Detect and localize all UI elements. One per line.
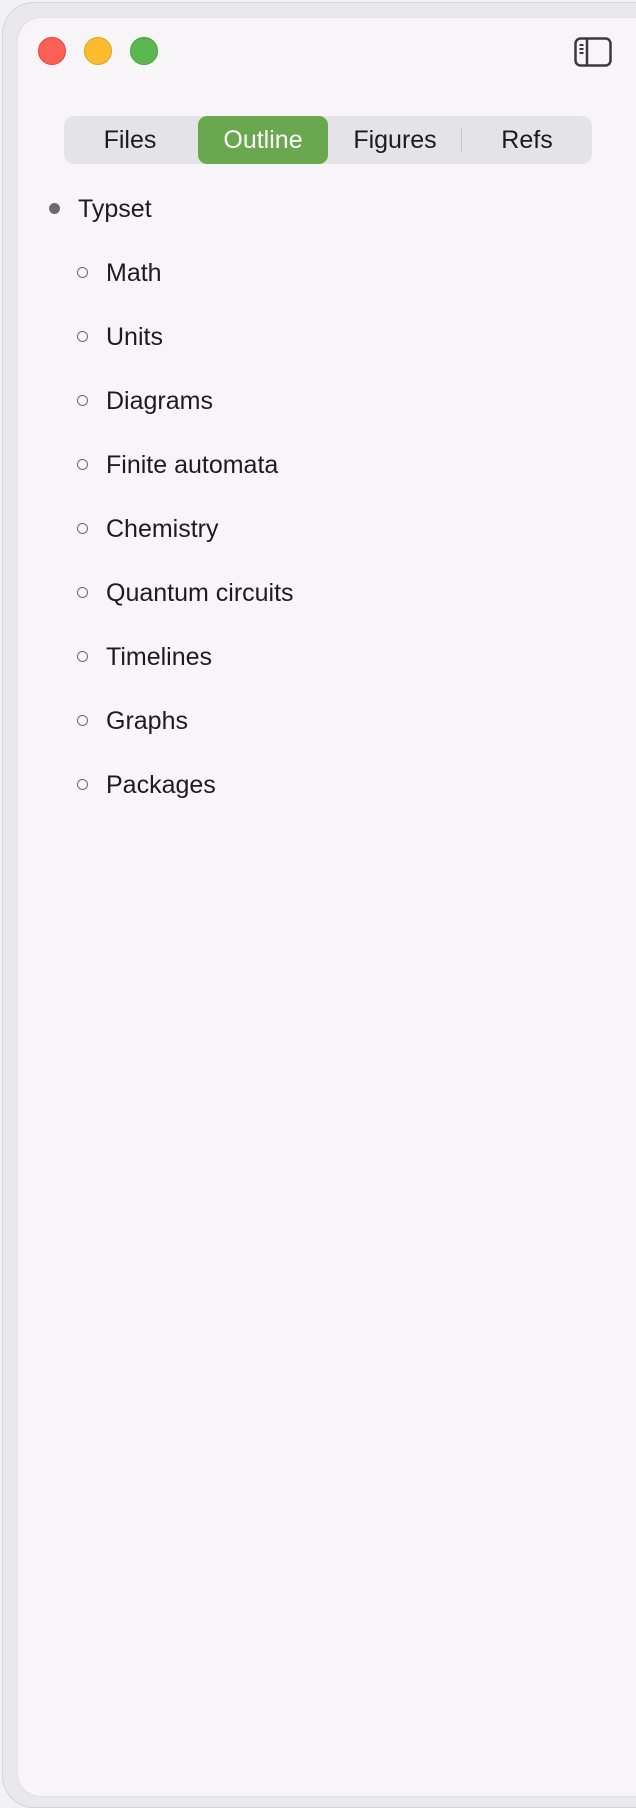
outline-item-finite-automata[interactable]: Finite automata (106, 445, 278, 485)
tab-files[interactable]: Files (64, 116, 196, 164)
outline-bullet-open (77, 523, 88, 534)
outline-item-packages[interactable]: Packages (106, 765, 216, 805)
outline-bullet-open (77, 395, 88, 406)
sidebar-toggle-icon (574, 37, 612, 67)
maximize-window-button[interactable] (130, 37, 158, 65)
outline-bullet-open (77, 331, 88, 342)
outline-item-graphs[interactable]: Graphs (106, 701, 188, 741)
outline-bullet-filled (49, 203, 60, 214)
tab-refs[interactable]: Refs (462, 116, 592, 164)
outline-bullet-open (77, 587, 88, 598)
outline-item-typset[interactable]: Typset (78, 189, 152, 229)
app-window (2, 2, 636, 1808)
outline-item-chemistry[interactable]: Chemistry (106, 509, 219, 549)
tab-outline[interactable]: Outline (198, 116, 328, 164)
outline-item-diagrams[interactable]: Diagrams (106, 381, 213, 421)
outline-item-timelines[interactable]: Timelines (106, 637, 212, 677)
outline-bullet-open (77, 715, 88, 726)
outline-item-quantum-circuits[interactable]: Quantum circuits (106, 573, 294, 613)
outline-bullet-open (77, 779, 88, 790)
outline-bullet-open (77, 459, 88, 470)
outline-item-math[interactable]: Math (106, 253, 162, 293)
outline-bullet-open (77, 651, 88, 662)
tab-figures[interactable]: Figures (330, 116, 460, 164)
outline-item-units[interactable]: Units (106, 317, 163, 357)
outline-bullet-open (77, 267, 88, 278)
close-window-button[interactable] (38, 37, 66, 65)
minimize-window-button[interactable] (84, 37, 112, 65)
sidebar-toggle-button[interactable] (574, 37, 612, 67)
sidebar-segmented-control: Files Outline Figures Refs (64, 116, 592, 164)
